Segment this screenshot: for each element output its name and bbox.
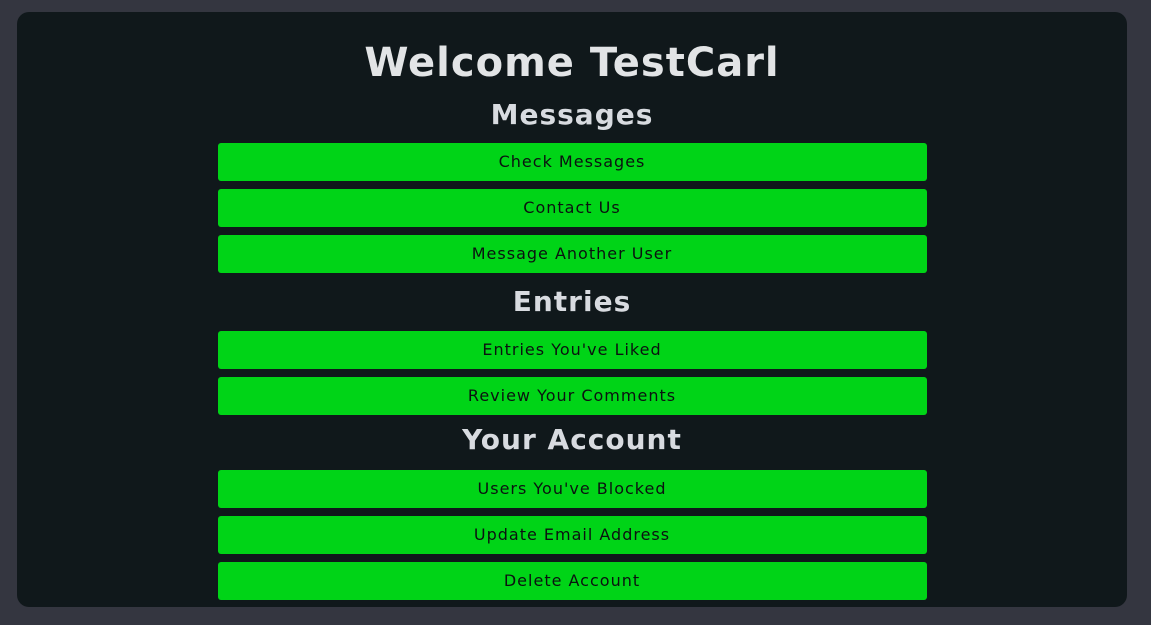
delete-account-button[interactable]: Delete Account (217, 562, 927, 600)
entries-heading: Entries (512, 285, 632, 318)
page-title: Welcome TestCarl (364, 40, 780, 86)
dashboard-panel: Welcome TestCarl Messages Check Messages… (17, 12, 1127, 607)
account-heading: Your Account (462, 423, 682, 456)
entries-liked-button[interactable]: Entries You've Liked (217, 331, 927, 369)
update-email-button[interactable]: Update Email Address (217, 516, 927, 554)
review-comments-button[interactable]: Review Your Comments (217, 377, 927, 415)
contact-us-button[interactable]: Contact Us (217, 189, 927, 227)
check-messages-button[interactable]: Check Messages (217, 143, 927, 181)
messages-button-list: Check Messages Contact Us Message Anothe… (217, 143, 927, 273)
blocked-users-button[interactable]: Users You've Blocked (217, 470, 927, 508)
messages-heading: Messages (490, 98, 654, 131)
account-button-list: Users You've Blocked Update Email Addres… (217, 470, 927, 600)
message-another-user-button[interactable]: Message Another User (217, 235, 927, 273)
entries-button-list: Entries You've Liked Review Your Comment… (217, 331, 927, 415)
